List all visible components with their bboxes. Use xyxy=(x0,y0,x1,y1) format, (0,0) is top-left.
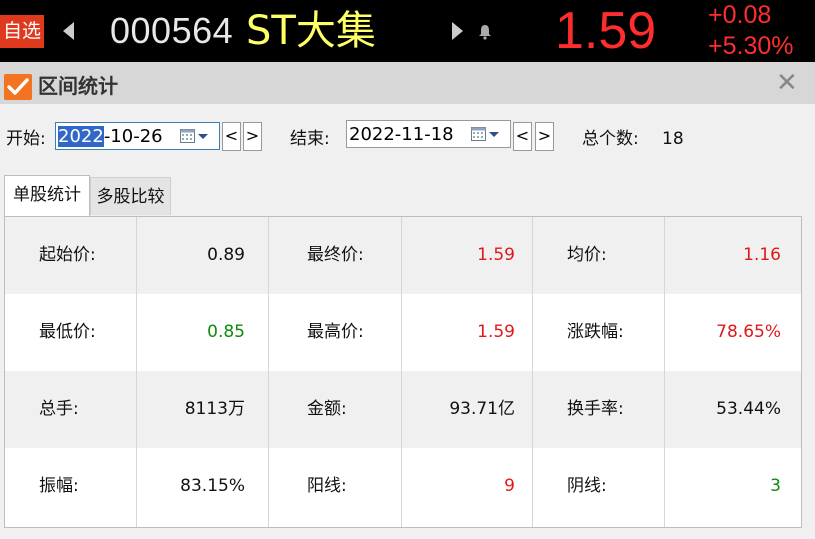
bell-icon[interactable] xyxy=(478,24,492,40)
stat-value: 1.16 xyxy=(743,245,781,265)
stat-label: 起始价: xyxy=(39,245,96,265)
price-change-percent: +5.30% xyxy=(708,32,794,60)
stat-label: 均价: xyxy=(567,245,607,265)
count-value: 18 xyxy=(662,129,684,149)
stat-label: 阴线: xyxy=(567,476,607,496)
stat-value: 53.44% xyxy=(716,399,781,419)
stat-label: 最高价: xyxy=(307,322,364,342)
end-date-value: 2022-11-18 xyxy=(349,124,454,145)
stat-label: 涨跌幅: xyxy=(567,322,624,342)
stat-value: 93.71亿 xyxy=(449,399,515,419)
stat-value: 8113万 xyxy=(184,399,245,419)
last-price: 1.59 xyxy=(555,2,657,60)
stat-label: 最低价: xyxy=(39,322,96,342)
column-divider xyxy=(401,217,402,527)
favorite-button[interactable]: 自选 xyxy=(0,15,44,48)
end-label: 结束: xyxy=(290,129,330,149)
stat-label: 振幅: xyxy=(39,476,79,496)
calendar-icon[interactable] xyxy=(180,129,195,143)
close-button[interactable]: ✕ xyxy=(776,68,798,98)
stat-value: 83.15% xyxy=(180,476,245,496)
stat-label: 总手: xyxy=(39,399,79,419)
stat-label: 换手率: xyxy=(567,399,624,419)
stat-value: 0.89 xyxy=(207,245,245,265)
stat-value: 1.59 xyxy=(477,245,515,265)
stock-name: ST大集 xyxy=(246,8,376,54)
end-prev-button[interactable]: < xyxy=(513,122,532,151)
count-label: 总个数: xyxy=(582,129,639,149)
column-divider xyxy=(664,217,665,527)
stats-table: 起始价: 0.89 最终价: 1.59 均价: 1.16 最低价: 0.85 最… xyxy=(4,216,802,528)
chevron-down-icon[interactable] xyxy=(198,134,208,139)
stat-value: 1.59 xyxy=(477,322,515,342)
stock-code: 000564 xyxy=(110,10,234,51)
table-row: 起始价: 0.89 最终价: 1.59 均价: 1.16 xyxy=(5,217,801,294)
start-date-value: 2022-10-26 xyxy=(58,126,163,147)
column-divider xyxy=(136,217,137,527)
start-next-button[interactable]: > xyxy=(243,122,262,151)
start-date-field[interactable]: 2022-10-26 xyxy=(55,122,220,150)
tab-multi-stock[interactable]: 多股比较 xyxy=(90,177,171,215)
stat-value: 9 xyxy=(504,476,515,496)
chevron-down-icon[interactable] xyxy=(489,132,499,137)
stat-label: 阳线: xyxy=(307,476,347,496)
price-change: +0.08 xyxy=(708,1,772,29)
table-row: 总手: 8113万 金额: 93.71亿 换手率: 53.44% xyxy=(5,371,801,448)
dialog-title: 区间统计 xyxy=(38,74,118,98)
calendar-icon[interactable] xyxy=(471,127,486,141)
stat-value: 78.65% xyxy=(716,322,781,342)
stat-value: 3 xyxy=(770,476,781,496)
table-row: 振幅: 83.15% 阳线: 9 阴线: 3 xyxy=(5,448,801,525)
end-next-button[interactable]: > xyxy=(535,122,554,151)
column-divider xyxy=(532,217,533,527)
column-divider xyxy=(268,217,269,527)
check-icon xyxy=(4,74,32,100)
dialog-titlebar xyxy=(0,62,815,104)
start-label: 开始: xyxy=(6,129,46,149)
end-date-field[interactable]: 2022-11-18 xyxy=(346,120,511,148)
stat-label: 最终价: xyxy=(307,245,364,265)
stat-label: 金额: xyxy=(307,399,347,419)
prev-stock-icon[interactable] xyxy=(63,22,74,40)
table-row: 最低价: 0.85 最高价: 1.59 涨跌幅: 78.65% xyxy=(5,294,801,371)
stat-value: 0.85 xyxy=(207,322,245,342)
start-prev-button[interactable]: < xyxy=(222,122,241,151)
tab-single-stock[interactable]: 单股统计 xyxy=(4,175,90,217)
next-stock-icon[interactable] xyxy=(452,22,463,40)
